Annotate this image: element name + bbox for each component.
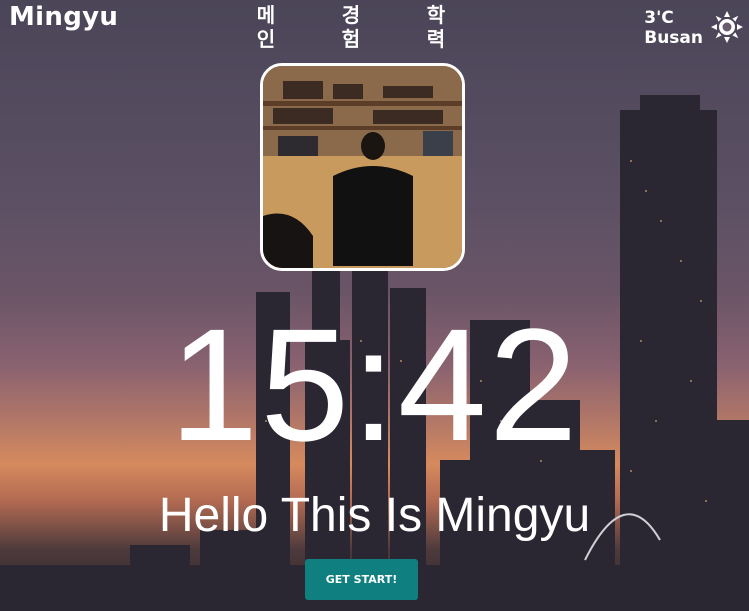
nav-item-main[interactable]: 메 인 (251, 3, 281, 51)
main-nav: 메 인 경 험 학 력 (249, 3, 459, 55)
weather-temperature: 3'C (644, 8, 674, 28)
get-started-button[interactable]: GET START! (305, 559, 418, 600)
nav-item-education[interactable]: 학 력 (421, 3, 451, 51)
weather-widget: 3'C Busan (644, 8, 703, 48)
sun-icon (711, 11, 743, 43)
greeting-text: Hello This Is Mingyu (158, 489, 591, 542)
nav-item-main-line1: 메 (256, 3, 276, 27)
nav-item-education-line1: 학 (426, 3, 446, 27)
nav-item-main-line2: 인 (256, 27, 276, 51)
nav-item-experience-line2: 험 (341, 27, 361, 51)
nav-item-experience[interactable]: 경 험 (336, 3, 366, 51)
clock-display: 15:42 (169, 295, 580, 474)
brand-logo[interactable]: Mingyu (9, 2, 118, 32)
profile-photo (260, 63, 465, 271)
nav-item-education-line2: 력 (426, 27, 446, 51)
nav-item-experience-line1: 경 (341, 3, 361, 27)
weather-city: Busan (644, 28, 703, 48)
